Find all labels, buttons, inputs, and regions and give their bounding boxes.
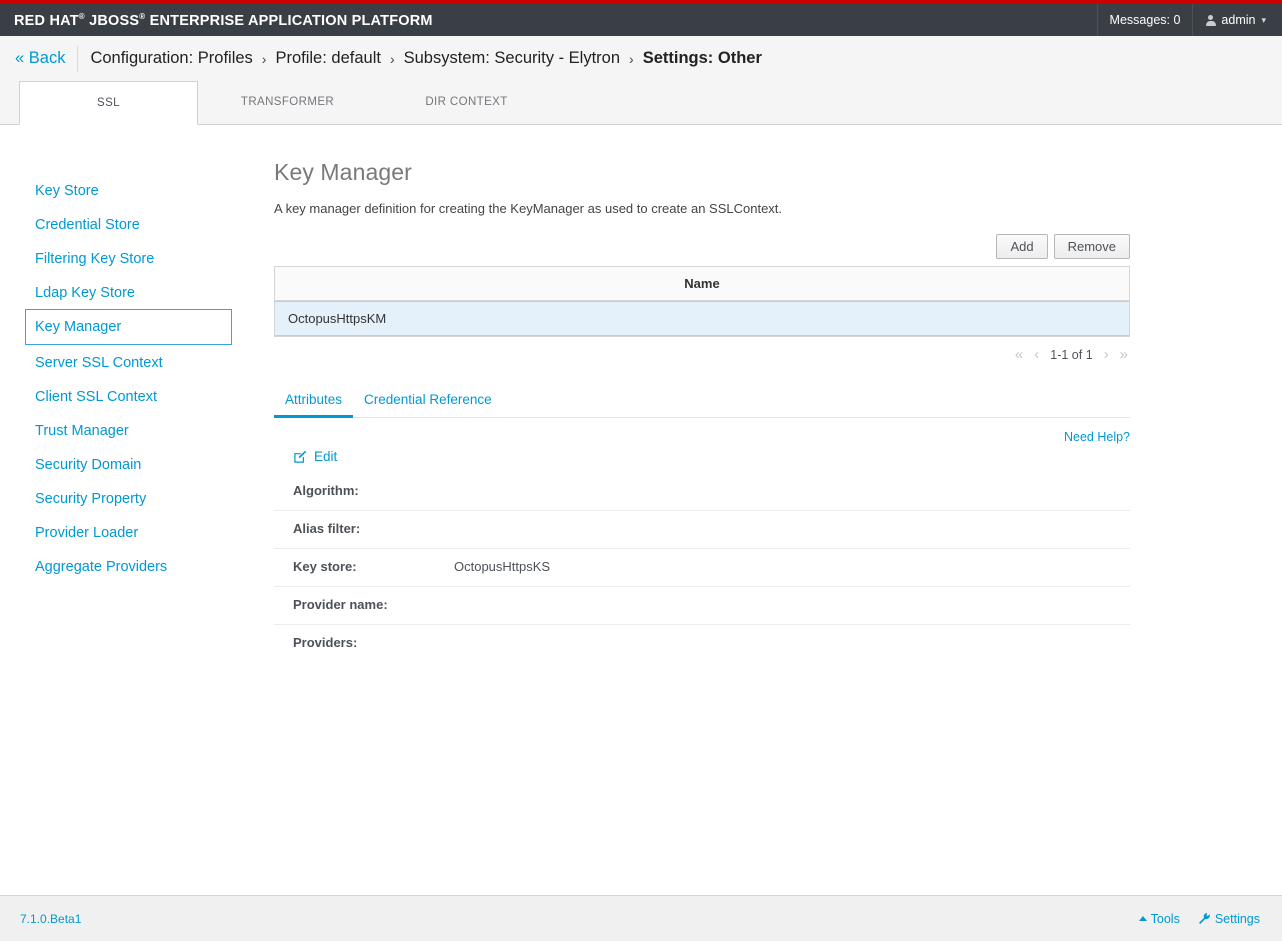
attribute-label: Alias filter: (293, 521, 454, 536)
attribute-row-providers: Providers: (274, 625, 1130, 663)
sidebar-item-key-store[interactable]: Key Store (0, 173, 265, 207)
main-tab-bar: SSL TRANSFORMER DIR CONTEXT (0, 81, 1282, 125)
attribute-row-provider-name: Provider name: (274, 587, 1130, 625)
attribute-row-key-store: Key store: OctopusHttpsKS (274, 549, 1130, 587)
sidebar-item-client-ssl-context[interactable]: Client SSL Context (0, 379, 265, 413)
version-link[interactable]: 7.1.0.Beta1 (20, 912, 81, 926)
edit-row: Edit (274, 449, 1130, 467)
help-row: Need Help? (274, 430, 1130, 444)
attribute-value: OctopusHttpsKS (454, 559, 550, 574)
pagination: « ‹ 1-1 of 1 › » (274, 347, 1130, 362)
tools-menu[interactable]: Tools (1139, 912, 1180, 926)
brand-red-hat: RED HAT (14, 12, 79, 28)
trademark-mark-1: ® (79, 12, 85, 21)
sidebar-item-trust-manager[interactable]: Trust Manager (0, 413, 265, 447)
tab-attributes[interactable]: Attributes (274, 388, 353, 418)
back-link[interactable]: « Back (15, 49, 65, 68)
breadcrumb-divider (77, 46, 78, 72)
prev-page-icon[interactable]: ‹ (1034, 347, 1039, 362)
page-body: Key Store Credential Store Filtering Key… (0, 125, 1282, 890)
sidebar-item-aggregate-providers[interactable]: Aggregate Providers (0, 549, 265, 583)
sidebar-item-credential-store[interactable]: Credential Store (0, 207, 265, 241)
attribute-label: Providers: (293, 635, 454, 650)
tab-dir-context[interactable]: DIR CONTEXT (377, 81, 556, 124)
breadcrumb-item-profile[interactable]: Profile: default (275, 49, 380, 68)
footer-actions: Tools Settings (1139, 912, 1260, 926)
breadcrumb-separator-icon: › (390, 51, 395, 67)
product-logo: RED HAT® JBOSS® ENTERPRISE APPLICATION P… (14, 12, 433, 29)
masthead-actions: Messages: 0 admin ▾ (1097, 4, 1282, 36)
page-title: Key Manager (274, 159, 1130, 186)
brand-jboss: JBOSS (89, 12, 139, 28)
sidebar-item-security-domain[interactable]: Security Domain (0, 447, 265, 481)
edit-pencil-icon (293, 450, 307, 464)
attribute-label: Algorithm: (293, 483, 454, 498)
edit-label: Edit (314, 449, 337, 464)
trademark-mark-2: ® (139, 12, 145, 21)
user-name: admin (1221, 13, 1255, 27)
table-column-header-name: Name (275, 267, 1129, 301)
messages-indicator[interactable]: Messages: 0 (1097, 4, 1193, 36)
breadcrumb: « Back Configuration: Profiles › Profile… (0, 36, 1282, 81)
tab-credential-reference[interactable]: Credential Reference (353, 388, 503, 418)
user-icon (1205, 15, 1216, 26)
sidebar-nav: Key Store Credential Store Filtering Key… (0, 125, 265, 890)
messages-label: Messages: 0 (1110, 13, 1181, 27)
footer: 7.1.0.Beta1 Tools Settings (0, 895, 1282, 941)
breadcrumb-separator-icon: › (262, 51, 267, 67)
add-button[interactable]: Add (996, 234, 1047, 259)
pagination-status: 1-1 of 1 (1050, 348, 1092, 362)
first-page-icon[interactable]: « (1015, 347, 1023, 362)
main-content: Key Manager A key manager definition for… (265, 125, 1282, 890)
attribute-row-algorithm: Algorithm: (274, 473, 1130, 511)
next-page-icon[interactable]: › (1104, 347, 1109, 362)
attribute-row-alias-filter: Alias filter: (274, 511, 1130, 549)
settings-label: Settings (1215, 912, 1260, 926)
tab-ssl[interactable]: SSL (19, 81, 198, 125)
wrench-icon (1198, 912, 1211, 925)
sidebar-item-server-ssl-context[interactable]: Server SSL Context (0, 345, 265, 379)
last-page-icon[interactable]: » (1120, 347, 1128, 362)
chevron-down-icon: ▾ (1261, 15, 1266, 26)
sidebar-item-key-manager[interactable]: Key Manager (25, 309, 232, 345)
user-menu[interactable]: admin ▾ (1192, 4, 1282, 36)
sidebar-item-filtering-key-store[interactable]: Filtering Key Store (0, 241, 265, 275)
tab-transformer[interactable]: TRANSFORMER (198, 81, 377, 124)
detail-tab-bar: Attributes Credential Reference (274, 388, 1130, 418)
brand-suffix: ENTERPRISE APPLICATION PLATFORM (150, 12, 433, 28)
table-row[interactable]: OctopusHttpsKM (275, 301, 1129, 336)
need-help-link[interactable]: Need Help? (1064, 430, 1130, 444)
settings-link[interactable]: Settings (1198, 912, 1260, 926)
attribute-label: Key store: (293, 559, 454, 574)
caret-up-icon (1139, 916, 1147, 921)
page-description: A key manager definition for creating th… (274, 201, 1130, 216)
masthead: RED HAT® JBOSS® ENTERPRISE APPLICATION P… (0, 4, 1282, 36)
sidebar-item-ldap-key-store[interactable]: Ldap Key Store (0, 275, 265, 309)
attribute-label: Provider name: (293, 597, 454, 612)
key-manager-table: Name OctopusHttpsKM (274, 266, 1130, 337)
sidebar-item-security-property[interactable]: Security Property (0, 481, 265, 515)
remove-button[interactable]: Remove (1054, 234, 1130, 259)
breadcrumb-item-subsystem[interactable]: Subsystem: Security - Elytron (404, 49, 620, 68)
sidebar-item-provider-loader[interactable]: Provider Loader (0, 515, 265, 549)
table-toolbar: Add Remove (274, 234, 1130, 259)
breadcrumb-separator-icon: › (629, 51, 634, 67)
tools-label: Tools (1151, 912, 1180, 926)
attributes-list: Algorithm: Alias filter: Key store: Octo… (274, 473, 1130, 663)
edit-button[interactable]: Edit (293, 449, 337, 464)
breadcrumb-item-current: Settings: Other (643, 49, 762, 68)
breadcrumb-item-profiles[interactable]: Configuration: Profiles (90, 49, 252, 68)
